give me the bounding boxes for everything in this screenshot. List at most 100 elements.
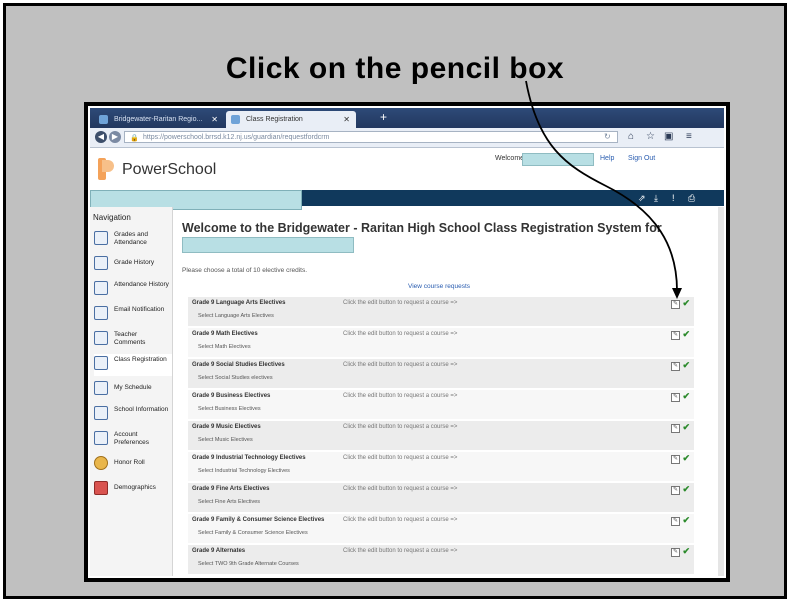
check-icon: ✔ xyxy=(682,546,690,556)
powerschool-header: PowerSchool Welcome, Help Sign Out xyxy=(90,148,724,190)
browser-tab-home[interactable]: Bridgewater-Raritan Regio... ✕ xyxy=(94,111,224,128)
sidebar-item-demographics[interactable]: Demographics xyxy=(94,479,172,501)
page-scrollbar[interactable] xyxy=(718,207,724,576)
help-link[interactable]: Help xyxy=(600,155,614,162)
course-subtitle: Select Family & Consumer Science Electiv… xyxy=(198,530,308,536)
redacted-user-name xyxy=(522,153,594,166)
sidebar-item-grades-attendance[interactable]: Grades and Attendance xyxy=(94,229,172,251)
course-row: Grade 9 Industrial Technology Electives … xyxy=(188,451,694,481)
forward-icon[interactable]: ▶ xyxy=(109,131,121,143)
schedule-icon xyxy=(94,381,108,395)
attendance-icon xyxy=(94,281,108,295)
close-tab-icon[interactable]: ✕ xyxy=(343,111,350,128)
course-subtitle: Select Music Electives xyxy=(198,437,253,443)
sidebar-item-my-schedule[interactable]: My Schedule xyxy=(94,379,172,401)
row-hint: Click the edit button to request a cours… xyxy=(343,455,458,461)
favicon-icon xyxy=(231,115,240,124)
course-title: Grade 9 Math Electives xyxy=(192,331,258,337)
favicon-icon xyxy=(99,115,108,124)
account-icon xyxy=(94,431,108,445)
download-icon[interactable]: ⤓ xyxy=(654,193,658,203)
sidebar-item-class-registration[interactable]: Class Registration xyxy=(94,354,172,376)
sidebar-item-teacher-comments[interactable]: Teacher Comments xyxy=(94,329,172,351)
reload-icon[interactable]: ↻ xyxy=(604,131,611,143)
main-content: Welcome to the Bridgewater - Raritan Hig… xyxy=(176,207,718,576)
browser-tab-registration[interactable]: Class Registration ✕ xyxy=(226,111,356,128)
home-icon[interactable]: ⌂ xyxy=(628,131,634,143)
external-link-icon[interactable]: ⇗ xyxy=(638,193,646,203)
course-title: Grade 9 Business Electives xyxy=(192,393,271,399)
sidebar-item-label: Attendance History xyxy=(114,281,169,288)
pencil-edit-icon[interactable]: ✎ xyxy=(671,517,680,526)
course-row: Grade 9 Alternates Select TWO 9th Grade … xyxy=(188,544,694,574)
sidebar-item-label: Demographics xyxy=(114,484,156,491)
honor-roll-icon xyxy=(94,456,108,470)
sidebar-item-email-notification[interactable]: Email Notification xyxy=(94,304,172,326)
pencil-edit-icon[interactable]: ✎ xyxy=(671,362,680,371)
alert-icon[interactable]: ! xyxy=(672,193,675,203)
row-hint: Click the edit button to request a cours… xyxy=(343,300,458,306)
sidebar-item-honor-roll[interactable]: Honor Roll xyxy=(94,454,172,476)
app-name: PowerSchool xyxy=(122,161,217,178)
sidebar-item-label: School Information xyxy=(114,406,169,413)
pencil-edit-icon[interactable]: ✎ xyxy=(671,331,680,340)
check-icon: ✔ xyxy=(682,515,690,525)
pencil-edit-icon[interactable]: ✎ xyxy=(671,393,680,402)
sidebar-item-school-information[interactable]: School Information xyxy=(94,404,172,426)
grade-history-icon xyxy=(94,256,108,270)
print-icon[interactable]: ⎙ xyxy=(688,193,695,203)
course-title: Grade 9 Industrial Technology Electives xyxy=(192,455,306,461)
address-bar[interactable]: 🔒 https://powerschool.brrsd.k12.nj.us/gu… xyxy=(124,131,618,143)
sidebar-item-attendance-history[interactable]: Attendance History xyxy=(94,279,172,301)
check-icon: ✔ xyxy=(682,453,690,463)
check-icon: ✔ xyxy=(682,391,690,401)
course-row: Grade 9 Social Studies Electives Select … xyxy=(188,358,694,388)
course-subtitle: Select Fine Arts Electives xyxy=(198,499,261,505)
row-hint: Click the edit button to request a cours… xyxy=(343,362,458,368)
view-course-requests-link[interactable]: View course requests xyxy=(408,283,470,290)
pencil-edit-icon[interactable]: ✎ xyxy=(671,300,680,309)
pencil-edit-icon[interactable]: ✎ xyxy=(671,424,680,433)
star-icon[interactable]: ☆ xyxy=(646,131,655,143)
course-row: Grade 9 Business Electives Select Busine… xyxy=(188,389,694,419)
slide-title: Click on the pencil box xyxy=(225,52,565,85)
browser-tab-bar: Bridgewater-Raritan Regio... ✕ Class Reg… xyxy=(90,108,724,128)
sidebar-item-grade-history[interactable]: Grade History xyxy=(94,254,172,276)
course-title: Grade 9 Language Arts Electives xyxy=(192,300,286,306)
course-row: Grade 9 Family & Consumer Science Electi… xyxy=(188,513,694,543)
sidebar-item-label: Grades and Attendance xyxy=(114,231,148,246)
pencil-edit-icon[interactable]: ✎ xyxy=(671,548,680,557)
check-icon: ✔ xyxy=(682,298,690,308)
course-subtitle: Select Business Electives xyxy=(198,406,261,412)
close-tab-icon[interactable]: ✕ xyxy=(211,111,218,128)
sign-out-link[interactable]: Sign Out xyxy=(628,155,655,162)
pencil-edit-icon[interactable]: ✎ xyxy=(671,455,680,464)
course-subtitle: Select Language Arts Electives xyxy=(198,313,274,319)
menu-icon[interactable]: ≡ xyxy=(686,131,692,143)
back-icon[interactable]: ◀ xyxy=(95,131,107,143)
bookmarks-icon[interactable]: ▣ xyxy=(664,131,673,143)
course-title: Grade 9 Music Electives xyxy=(192,424,261,430)
course-subtitle: Select Industrial Technology Electives xyxy=(198,468,290,474)
lock-icon: 🔒 xyxy=(130,135,139,142)
tab-label: Class Registration xyxy=(246,116,303,123)
sidebar-item-label: Email Notification xyxy=(114,306,165,313)
course-title: Grade 9 Fine Arts Electives xyxy=(192,486,270,492)
email-icon xyxy=(94,306,108,320)
course-row: Grade 9 Math Electives Select Math Elect… xyxy=(188,327,694,357)
screenshot-frame: Bridgewater-Raritan Regio... ✕ Class Reg… xyxy=(84,102,730,582)
browser-window: Bridgewater-Raritan Regio... ✕ Class Reg… xyxy=(88,106,726,578)
grades-icon xyxy=(94,231,108,245)
course-row: Grade 9 Language Arts Electives Select L… xyxy=(188,296,694,326)
row-hint: Click the edit button to request a cours… xyxy=(343,424,458,430)
check-icon: ✔ xyxy=(682,360,690,370)
navigation-sidebar: Navigation Grades and Attendance Grade H… xyxy=(90,207,173,576)
course-subtitle: Select Math Electives xyxy=(198,344,251,350)
pencil-edit-icon[interactable]: ✎ xyxy=(671,486,680,495)
new-tab-button[interactable]: + xyxy=(380,110,387,124)
sidebar-item-label: Teacher Comments xyxy=(114,331,146,346)
course-row: Grade 9 Fine Arts Electives Select Fine … xyxy=(188,482,694,512)
sidebar-item-account-preferences[interactable]: Account Preferences xyxy=(94,429,172,451)
demographics-icon xyxy=(94,481,108,495)
powerschool-logo-icon xyxy=(98,158,114,180)
